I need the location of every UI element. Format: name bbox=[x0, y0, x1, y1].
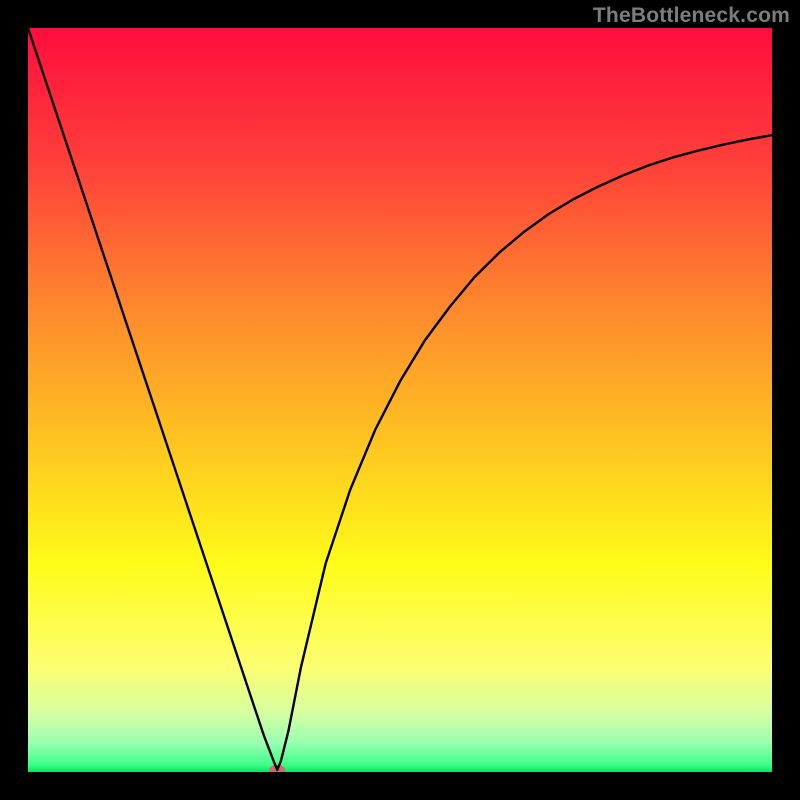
watermark-text: TheBottleneck.com bbox=[593, 4, 790, 28]
plot-area bbox=[28, 28, 772, 772]
chart-svg bbox=[28, 28, 772, 772]
gradient-background bbox=[28, 28, 772, 772]
outer-frame: TheBottleneck.com bbox=[0, 0, 800, 800]
